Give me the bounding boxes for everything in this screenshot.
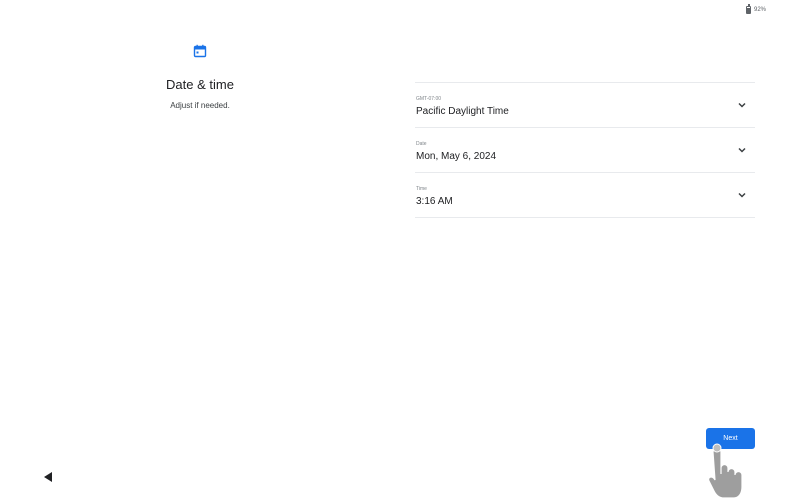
calendar-icon xyxy=(193,44,207,58)
chevron-down-icon xyxy=(738,147,746,153)
page-title: Date & time xyxy=(166,77,234,92)
date-caption: Date xyxy=(416,141,427,147)
settings-list: GMT-07:00 Pacific Daylight Time Date Mon… xyxy=(415,82,755,218)
time-zone-caption: GMT-07:00 xyxy=(416,96,442,102)
battery-percent: 92% xyxy=(753,7,766,13)
time-zone-value: Pacific Daylight Time xyxy=(416,106,509,117)
setup-screen: 92% Date & time Adjust if needed. GMT-07… xyxy=(0,0,786,498)
time-row[interactable]: Time 3:16 AM xyxy=(415,173,755,218)
time-value: 3:16 AM xyxy=(416,196,453,207)
hand-pointer-icon xyxy=(708,443,743,498)
page-subtitle: Adjust if needed. xyxy=(170,101,230,110)
chevron-down-icon xyxy=(738,102,746,108)
date-row[interactable]: Date Mon, May 6, 2024 xyxy=(415,128,755,173)
chevron-down-icon xyxy=(738,192,746,198)
time-caption: Time xyxy=(416,186,427,192)
status-bar: 92% xyxy=(745,4,766,14)
time-zone-row[interactable]: GMT-07:00 Pacific Daylight Time xyxy=(415,83,755,128)
date-value: Mon, May 6, 2024 xyxy=(416,151,497,162)
battery-icon xyxy=(745,4,751,14)
back-triangle-icon[interactable] xyxy=(44,472,53,482)
